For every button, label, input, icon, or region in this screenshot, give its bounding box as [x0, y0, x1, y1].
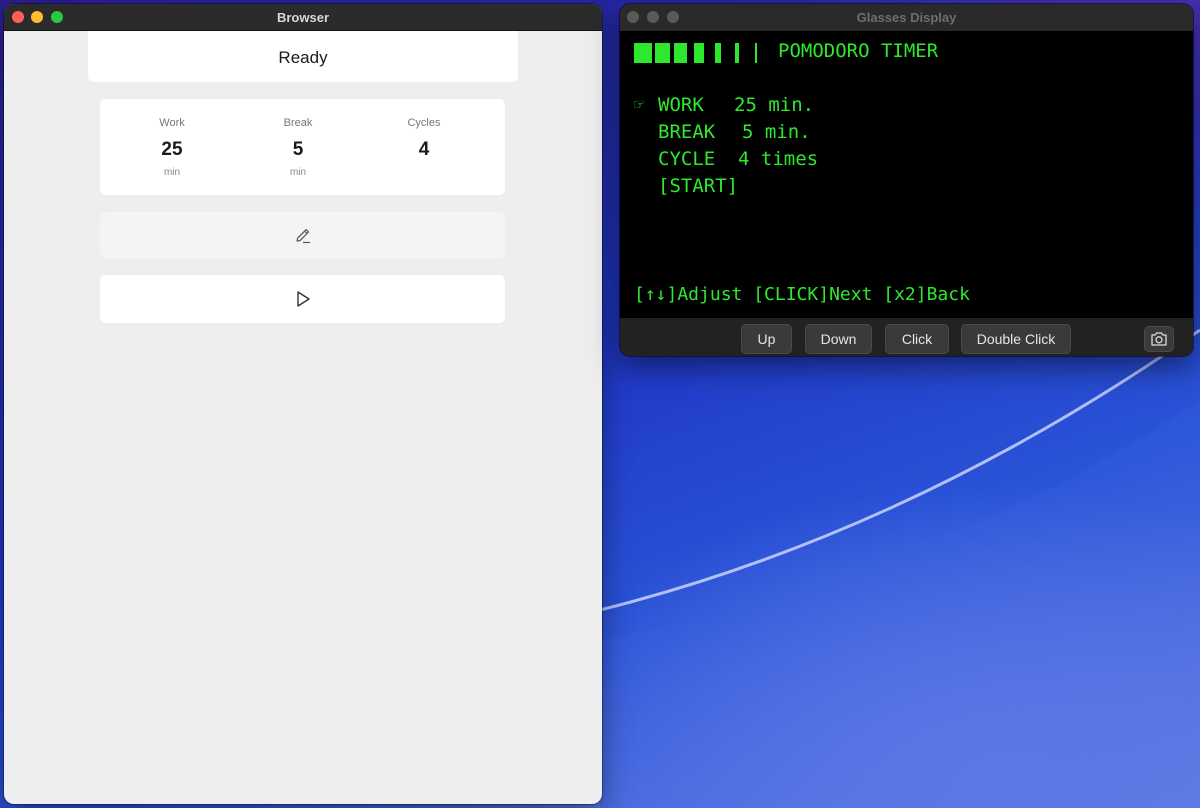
glasses-control-bar: Up Down Click Double Click [620, 318, 1193, 356]
control-hint: [↑↓]Adjust [CLICK]Next [x2]Back [634, 284, 970, 305]
break-unit: min [289, 167, 307, 178]
click-button[interactable]: Click [885, 324, 949, 354]
timer-settings-card: Work 25 min Break 5 min Cycles 4 [100, 99, 505, 195]
play-icon [296, 291, 310, 307]
break-label: Break [283, 117, 313, 129]
double-click-button[interactable]: Double Click [961, 324, 1071, 354]
work-label: Work [159, 117, 185, 129]
menu-value-break: 5 min. [742, 121, 811, 143]
menu-label-cycle: CYCLE [658, 148, 716, 170]
timer-status: Ready [278, 48, 328, 67]
browser-window: Browser Ready Work 25 min Break 5 min Cy… [4, 4, 602, 804]
menu-start: [START] [658, 175, 739, 197]
work-value: 25 [161, 139, 183, 160]
glasses-screen: POMODORO TIMER ☞ WORK 25 min. BREAK 5 mi… [620, 31, 1193, 318]
work-unit: min [163, 167, 181, 178]
down-button[interactable]: Down [805, 324, 872, 354]
glasses-display-window: Glasses Display POMODORO TIMER ☞ WORK 25… [620, 4, 1193, 356]
cycles-value: 4 [418, 139, 430, 160]
screenshot-button[interactable] [1144, 326, 1174, 352]
start-timer-button[interactable] [100, 275, 505, 323]
menu-label-break: BREAK [658, 121, 716, 143]
menu-label-work: WORK [658, 94, 704, 116]
cycles-label: Cycles [407, 117, 441, 129]
status-card: Ready [88, 31, 518, 82]
browser-window-title: Browser [276, 10, 330, 25]
menu-value-cycle: 4 times [738, 148, 819, 170]
browser-titlebar: Browser [4, 4, 602, 31]
glasses-titlebar: Glasses Display [620, 4, 1193, 31]
up-button[interactable]: Up [741, 324, 792, 354]
pencil-icon [295, 228, 310, 243]
edit-settings-button[interactable] [100, 212, 505, 259]
pointer-icon: ☞ [634, 95, 645, 115]
camera-icon [1151, 332, 1167, 346]
break-value: 5 [292, 139, 304, 160]
menu-value-work: 25 min. [734, 94, 815, 116]
glasses-header: POMODORO TIMER [778, 40, 939, 62]
glasses-window-title: Glasses Display [856, 10, 957, 25]
